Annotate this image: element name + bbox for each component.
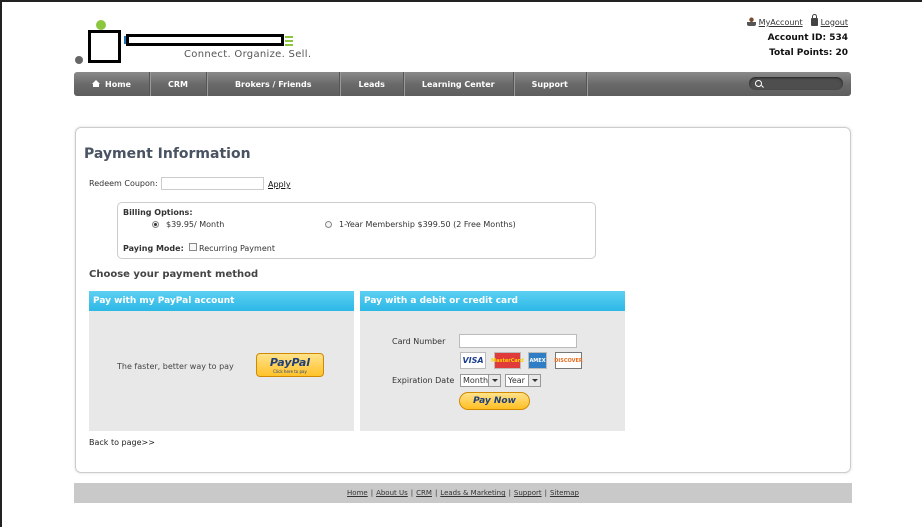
card-section-header: Pay with a debit or credit card: [360, 291, 625, 311]
radio-monthly[interactable]: [152, 221, 159, 228]
window-border-top: [0, 0, 922, 2]
window-border-left: [0, 0, 2, 527]
choose-payment-title: Choose your payment method: [89, 269, 259, 280]
footer-sitemap-link[interactable]: Sitemap: [550, 489, 579, 497]
paypal-tagline: The faster, better way to pay: [117, 362, 234, 371]
nav-home-label: Home: [105, 79, 131, 89]
logo-dot-small-icon: [75, 56, 83, 64]
footer-separator: |: [508, 489, 511, 497]
logo-dot-icon: [96, 20, 106, 30]
logo-square-icon[interactable]: [88, 30, 121, 63]
paypal-section-header: Pay with my PayPal account: [89, 291, 354, 311]
option-yearly-label: 1-Year Membership $399.50 (2 Free Months…: [339, 220, 516, 229]
coupon-input[interactable]: [161, 177, 264, 190]
footer-crm-link[interactable]: CRM: [416, 489, 432, 497]
month-select-value: Month: [463, 376, 489, 385]
account-id: Account ID: 534: [767, 33, 848, 43]
footer-support-link[interactable]: Support: [514, 489, 542, 497]
billing-options-label: Billing Options:: [123, 208, 193, 217]
footer-leads-marketing-link[interactable]: Leads & Marketing: [440, 489, 505, 497]
search-icon: [755, 80, 762, 87]
card-number-input[interactable]: [459, 334, 577, 348]
radio-yearly[interactable]: [325, 221, 332, 228]
logo-bar-icon[interactable]: [126, 34, 284, 46]
discover-logo-icon: DISCOVER: [554, 352, 583, 369]
nav-crm[interactable]: CRM: [150, 72, 207, 96]
page-title: Payment Information: [84, 146, 251, 162]
nav-learning-center[interactable]: Learning Center: [404, 72, 514, 96]
card-section: Pay with a debit or credit card Card Num…: [360, 291, 625, 431]
footer-separator: |: [370, 489, 374, 497]
nav-brokers-friends[interactable]: Brokers / Friends: [207, 72, 341, 96]
footer-separator: |: [544, 489, 547, 497]
logout-link-wrap[interactable]: Logout: [810, 13, 848, 27]
home-icon: [92, 80, 100, 87]
paying-mode-label: Paying Mode:: [123, 244, 184, 253]
lock-icon: [810, 13, 818, 26]
expiration-year-select[interactable]: Year: [505, 374, 541, 387]
year-select-value: Year: [508, 376, 525, 385]
tagline: Connect. Organize. Sell.: [184, 49, 312, 60]
apply-coupon-link[interactable]: Apply: [268, 180, 291, 189]
search-input[interactable]: [765, 78, 837, 89]
user-icon: [746, 17, 756, 26]
expiration-month-select[interactable]: Month: [460, 374, 501, 387]
footer-separator: |: [410, 489, 414, 497]
footer-about-link[interactable]: About Us: [376, 489, 408, 497]
option-monthly-label: $39.95/ Month: [166, 220, 225, 229]
chevron-down-icon[interactable]: [488, 375, 500, 386]
amex-logo-icon: AMEX: [528, 352, 547, 369]
footer-separator: |: [434, 489, 438, 497]
paypal-button[interactable]: PayPal Click here to pay: [256, 353, 324, 377]
expiration-date-label: Expiration Date: [392, 376, 455, 385]
paypal-button-label: PayPal: [269, 356, 311, 369]
my-account-link[interactable]: MyAccount: [759, 18, 803, 27]
recurring-payment-checkbox[interactable]: [189, 243, 197, 251]
visa-logo-icon: VISA: [460, 352, 486, 369]
paypal-section: Pay with my PayPal account The faster, b…: [89, 291, 354, 431]
search-box[interactable]: [749, 77, 843, 90]
nav-support[interactable]: Support: [514, 72, 587, 96]
total-points: Total Points: 20: [769, 48, 848, 58]
recurring-payment-label: Recurring Payment: [199, 244, 275, 253]
account-links: MyAccount Logout: [746, 13, 848, 27]
main-nav: Home CRM Brokers / Friends Leads Learnin…: [74, 72, 851, 96]
nav-leads[interactable]: Leads: [340, 72, 404, 96]
coupon-label: Redeem Coupon:: [89, 179, 158, 188]
footer-links: Home | About Us | CRM | Leads & Marketin…: [74, 483, 852, 503]
pay-now-button[interactable]: Pay Now: [459, 392, 530, 410]
chevron-down-icon[interactable]: [528, 375, 540, 386]
nav-home[interactable]: Home: [74, 72, 150, 96]
card-number-label: Card Number: [392, 337, 446, 346]
back-to-page-link[interactable]: Back to page>>: [89, 438, 155, 447]
paypal-button-sublabel: Click here to pay: [273, 369, 307, 374]
my-account-link-wrap[interactable]: MyAccount: [746, 17, 803, 27]
footer-home-link[interactable]: Home: [347, 489, 368, 497]
mastercard-logo-icon: MasterCard: [491, 352, 524, 369]
logo-lines-icon: [285, 36, 293, 46]
logout-link[interactable]: Logout: [821, 18, 848, 27]
